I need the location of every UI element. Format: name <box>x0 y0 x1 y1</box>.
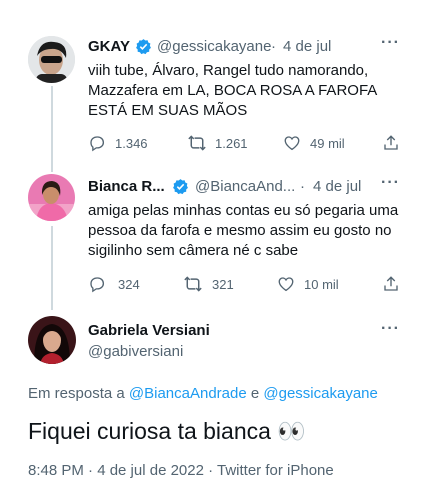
tweet-date[interactable]: 4 de jul <box>283 38 331 55</box>
like-icon[interactable] <box>283 134 301 152</box>
tweet-text-line: Mazzafera em LA, BOCA ROSA A FAROFA <box>88 82 378 99</box>
avatar-bianca[interactable] <box>28 174 75 221</box>
main-tweet-text: Fiquei curiosa ta bianca 👀 <box>28 418 306 444</box>
reply-count: 1.346 <box>115 136 148 151</box>
avatar-gkay[interactable] <box>28 36 75 83</box>
thread-line <box>51 226 53 310</box>
tweet-date[interactable]: 4 de jul <box>313 178 361 195</box>
thread-line <box>51 86 53 172</box>
tweet-text-line: pessoa da farofa e mesmo assim eu gosto … <box>88 222 392 239</box>
like-count: 49 mil <box>310 136 345 151</box>
author-handle[interactable]: @BiancaAnd... <box>195 178 295 195</box>
reply-context: Em resposta a @BiancaAndrade e @gessicak… <box>28 385 378 402</box>
avatar-bianca-image <box>28 174 75 221</box>
separator-dot: · <box>271 38 276 55</box>
author-handle[interactable]: @gabiversiani <box>88 343 183 360</box>
reply-mention-gessica[interactable]: @gessicakayane <box>263 385 377 402</box>
retweet-icon[interactable] <box>187 134 207 152</box>
reply-icon[interactable] <box>88 275 106 293</box>
tweet-text: viih tube, Álvaro, Rangel tudo namorando… <box>88 61 408 121</box>
reply-prefix: Em resposta a <box>28 385 125 402</box>
more-icon[interactable]: ··· <box>381 320 400 338</box>
retweet-icon[interactable] <box>183 275 203 293</box>
author-name[interactable]: Bianca R... <box>88 178 165 195</box>
author-handle[interactable]: @gessicakayane <box>157 38 271 55</box>
tweet-text: amiga pelas minhas contas eu só pegaria … <box>88 201 413 261</box>
tweet-timestamp[interactable]: 8:48 PM · 4 de jul de 2022 · Twitter for… <box>28 462 334 479</box>
tweet-text-line: sigilinho sem câmera né c sabe <box>88 242 299 259</box>
tweet-text-line: viih tube, Álvaro, Rangel tudo namorando… <box>88 62 369 79</box>
separator-dot: · <box>300 178 305 195</box>
verified-icon <box>173 179 188 195</box>
share-icon[interactable] <box>382 275 400 293</box>
tweet-text-line: amiga pelas minhas contas eu só pegaria … <box>88 202 399 219</box>
avatar-gkay-image <box>28 36 75 83</box>
avatar-gabriela[interactable] <box>28 316 76 364</box>
share-icon[interactable] <box>382 134 400 152</box>
author-name[interactable]: Gabriela Versiani <box>88 322 210 339</box>
tweet-text-line: ESTÁ EM SUAS MÃOS <box>88 102 248 119</box>
retweet-count: 1.261 <box>215 136 248 151</box>
like-icon[interactable] <box>277 275 295 293</box>
avatar-gabriela-image <box>28 316 76 364</box>
reply-and: e <box>250 385 260 402</box>
like-count: 10 mil <box>304 277 339 292</box>
more-icon[interactable]: ··· <box>381 34 400 52</box>
reply-count: 324 <box>118 277 140 292</box>
reply-icon[interactable] <box>88 134 106 152</box>
reply-mention-bianca[interactable]: @BiancaAndrade <box>129 385 247 402</box>
author-name[interactable]: GKAY <box>88 38 130 55</box>
retweet-count: 321 <box>212 277 234 292</box>
verified-icon <box>136 39 151 55</box>
more-icon[interactable]: ··· <box>381 174 400 192</box>
